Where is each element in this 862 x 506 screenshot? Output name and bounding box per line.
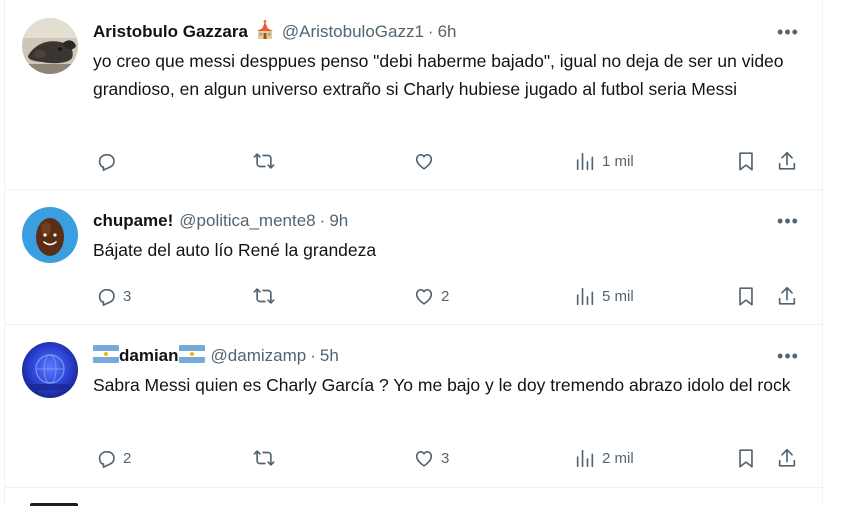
tweet-header: Aristobulo Gazzara @AristobuloGazz1 · 6h	[93, 19, 457, 45]
reply-button[interactable]: 3	[95, 284, 131, 308]
share-icon	[778, 286, 796, 305]
more-options-icon[interactable]: •••	[776, 22, 800, 42]
dot-separator: ·	[319, 211, 326, 230]
author-handle[interactable]: @damizamp	[211, 346, 307, 366]
views-button[interactable]: 1 mil	[574, 149, 634, 173]
dot-separator: ·	[310, 346, 316, 365]
share-icon	[778, 151, 796, 170]
avatar-dog-photo	[22, 18, 78, 74]
more-options-icon[interactable]: •••	[776, 346, 800, 366]
reply-icon	[98, 153, 115, 171]
tweet-text: Sabra Messi quien es Charly García ? Yo …	[93, 375, 791, 395]
reply-button[interactable]: 2	[95, 446, 131, 470]
avatar[interactable]	[22, 342, 78, 398]
analytics-icon	[576, 152, 594, 171]
repost-button[interactable]	[253, 149, 281, 173]
argentina-flag-emoji	[93, 344, 119, 368]
tweet-divider	[5, 324, 822, 325]
author-handle[interactable]: @AristobuloGazz1	[282, 22, 424, 42]
views-button[interactable]: 2 mil	[574, 446, 634, 470]
column-border-right	[822, 0, 823, 506]
like-count: 3	[441, 449, 450, 467]
reply-count: 2	[123, 449, 132, 467]
analytics-icon	[576, 449, 594, 468]
column-border-left	[4, 0, 5, 506]
author-name[interactable]: chupame!	[93, 211, 173, 231]
argentina-flag-emoji	[178, 344, 205, 368]
tweet-header: damian @damizamp · 5h	[93, 344, 339, 368]
reply-icon	[98, 288, 115, 306]
reply-button[interactable]	[95, 149, 123, 173]
more-options-icon[interactable]: •••	[776, 211, 800, 231]
tweet-text: Bájate del auto lío René la grandeza	[93, 240, 377, 260]
view-count: 5 mil	[602, 287, 634, 305]
avatar-blue-globe	[22, 342, 78, 398]
tweet-actions: 2 3 2 mil	[0, 446, 817, 470]
church-emoji	[254, 19, 276, 45]
repost-icon	[253, 288, 275, 304]
avatar[interactable]	[22, 207, 78, 263]
author-name[interactable]: Aristobulo Gazzara	[93, 22, 248, 42]
reply-timeline: Aristobulo Gazzara @AristobuloGazz1 · 6h…	[0, 0, 862, 506]
tweet-actions: 3 2 5 mil	[0, 284, 817, 308]
heart-icon	[415, 451, 433, 467]
reply-icon	[98, 450, 115, 468]
tweet-text: yo creo que messi desppues penso "debi h…	[93, 51, 784, 99]
share-button[interactable]	[776, 149, 798, 173]
share-button[interactable]	[776, 446, 798, 470]
avatar-egg-smiley	[22, 207, 78, 263]
like-count: 2	[441, 287, 450, 305]
analytics-icon	[576, 287, 594, 306]
share-icon	[778, 448, 796, 467]
tweet-header: chupame! @politica_mente8 · 9h	[93, 210, 348, 232]
reply-count: 3	[123, 287, 132, 305]
bookmark-icon	[739, 449, 753, 468]
bookmark-button[interactable]	[735, 446, 757, 470]
repost-icon	[253, 153, 275, 169]
like-button[interactable]: 3	[413, 446, 449, 470]
share-button[interactable]	[776, 284, 798, 308]
bookmark-button[interactable]	[735, 149, 757, 173]
avatar[interactable]	[22, 18, 78, 74]
view-count: 2 mil	[602, 449, 634, 467]
tweet-time[interactable]: 6h	[438, 22, 457, 42]
tweet-divider	[5, 189, 822, 190]
heart-icon	[415, 154, 433, 170]
bookmark-icon	[739, 287, 753, 306]
tweet-actions: 1 mil	[0, 149, 817, 173]
repost-button[interactable]	[253, 446, 281, 470]
view-count: 1 mil	[602, 152, 634, 170]
tweet-time[interactable]: 9h	[329, 211, 348, 231]
tweet-time[interactable]: 5h	[320, 346, 339, 366]
author-name[interactable]: damian	[119, 346, 179, 366]
tweet-divider	[5, 487, 822, 488]
bookmark-button[interactable]	[735, 284, 757, 308]
repost-icon	[253, 450, 275, 466]
repost-button[interactable]	[253, 284, 281, 308]
dot-separator: ·	[427, 22, 434, 41]
heart-icon	[415, 289, 433, 305]
bookmark-icon	[739, 152, 753, 171]
author-handle[interactable]: @politica_mente8	[179, 211, 315, 231]
like-button[interactable]: 2	[413, 284, 449, 308]
like-button[interactable]	[413, 149, 441, 173]
views-button[interactable]: 5 mil	[574, 284, 634, 308]
